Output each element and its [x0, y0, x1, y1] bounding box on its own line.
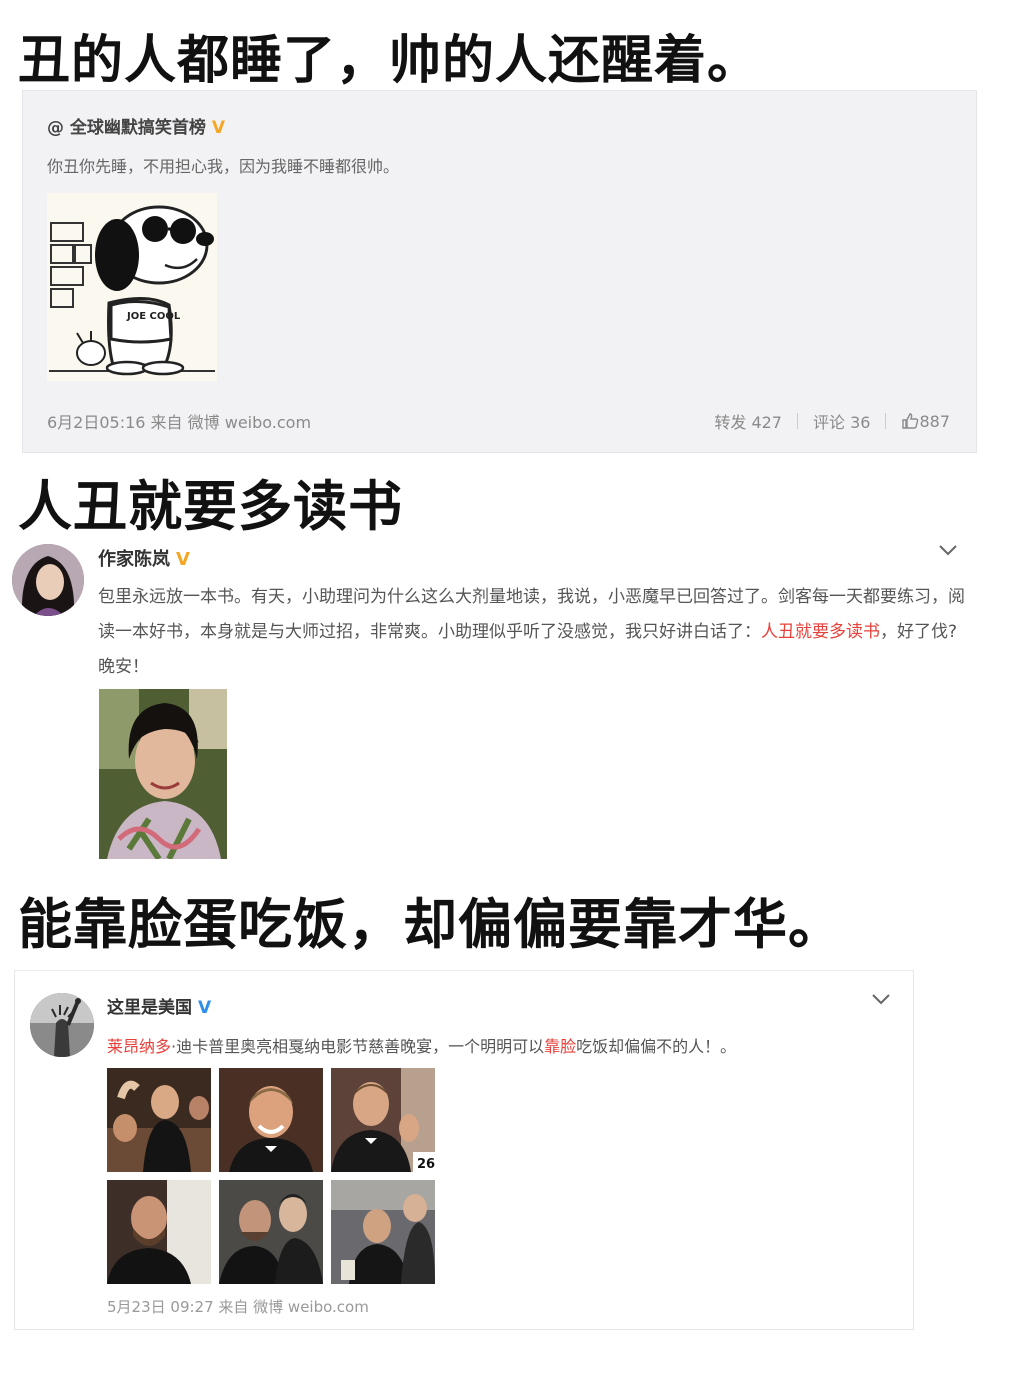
image-grid: 26 — [107, 1068, 435, 1284]
statue-of-liberty-icon — [30, 993, 94, 1057]
photo-thumbnail-icon — [219, 1180, 323, 1284]
post-text: 包里永远放一本书。有天，小助理问为什么这么大剂量地读，我说，小恶魔早已回答过了。… — [98, 580, 968, 685]
post-author[interactable]: 这里是美国 V — [107, 993, 211, 1018]
post-image-snoopy[interactable]: JOE COOL — [47, 193, 217, 381]
post-text-main: ·迪卡普里奥亮相戛纳电影节慈善晚宴，一个明明可以 — [171, 1037, 545, 1056]
chevron-down-icon[interactable] — [938, 540, 958, 561]
post-text: 你丑你先睡，不用担心我，因为我睡不睡都很帅。 — [47, 157, 400, 176]
post-meta: 5月23日 09:27 来自 微博 weibo.com — [107, 1298, 369, 1316]
highlight-topic[interactable]: 人丑就要多读书 — [761, 622, 880, 642]
chevron-down-icon[interactable] — [871, 989, 891, 1010]
author-name[interactable]: 这里是美国 — [107, 998, 192, 1018]
grid-image[interactable] — [107, 1180, 211, 1284]
verified-icon: V — [176, 549, 190, 570]
post-text: 莱昂纳多·迪卡普里奥亮相戛纳电影节慈善晚宴，一个明明可以靠脸吃饭却偏偏不的人！。 — [107, 1033, 736, 1057]
comment-button[interactable]: 评论 36 — [813, 409, 870, 433]
caption-ugly-sleep: 丑的人都睡了，帅的人还醒着。 — [18, 31, 761, 91]
grid-image[interactable] — [107, 1068, 211, 1172]
weibo-post-usa: 这里是美国 V 莱昂纳多·迪卡普里奥亮相戛纳电影节慈善晚宴，一个明明可以靠脸吃饭却… — [14, 970, 914, 1330]
avatar[interactable] — [12, 544, 84, 616]
post-text-end: 吃饭却偏偏不的人！。 — [576, 1037, 737, 1056]
sweater-text: JOE COOL — [126, 311, 181, 322]
mention-leonardo[interactable]: 莱昂纳多 — [107, 1037, 171, 1056]
weibo-post-writer: 作家陈岚 V 包里永远放一本书。有天，小助理问为什么这么大剂量地读，我说，小恶魔早… — [0, 536, 1016, 866]
photo-thumbnail-icon — [331, 1180, 435, 1284]
grid-image[interactable] — [219, 1180, 323, 1284]
author-name[interactable]: 作家陈岚 — [98, 549, 170, 570]
thumbs-up-icon — [902, 413, 919, 429]
post-image-portrait[interactable] — [99, 689, 227, 859]
photo-thumbnail-icon — [107, 1068, 211, 1172]
verified-icon: V — [198, 998, 212, 1018]
divider — [797, 413, 798, 429]
verified-icon: V — [211, 118, 226, 138]
photo-thumbnail-icon — [219, 1068, 323, 1172]
grid-image[interactable]: 26 — [331, 1068, 435, 1172]
grid-image[interactable] — [219, 1068, 323, 1172]
repost-button[interactable]: 转发 427 — [714, 409, 782, 433]
weibo-post-humor: @ 全球幽默搞笑首榜 V 你丑你先睡，不用担心我，因为我睡不睡都很帅。 JOE C… — [22, 90, 977, 453]
author-name[interactable]: @ 全球幽默搞笑首榜 — [47, 118, 206, 138]
photo-thumbnail-icon: 26 — [331, 1068, 435, 1172]
caption-read-books: 人丑就要多读书 — [18, 475, 403, 538]
like-count: 887 — [919, 411, 950, 431]
divider — [885, 413, 887, 429]
post-author[interactable]: 作家陈岚 V — [98, 545, 190, 571]
post-actions: 转发 427 评论 36 887 — [714, 409, 950, 433]
photo-thumbnail-icon — [107, 1180, 211, 1284]
caption-talent: 能靠脸蛋吃饭，却偏偏要靠才华。 — [18, 893, 843, 956]
post-meta: 6月2日05:16 来自 微博 weibo.com — [47, 413, 312, 432]
snoopy-cartoon-icon: JOE COOL — [47, 193, 217, 381]
photo-number: 26 — [417, 1157, 435, 1172]
like-button[interactable]: 887 — [901, 412, 950, 431]
avatar[interactable] — [30, 993, 94, 1057]
highlight-keyword[interactable]: 靠脸 — [544, 1037, 576, 1056]
woman-portrait-icon — [99, 689, 227, 859]
grid-image[interactable] — [331, 1180, 435, 1284]
author-avatar-icon — [12, 544, 84, 616]
post-author[interactable]: @ 全球幽默搞笑首榜 V — [47, 113, 225, 138]
